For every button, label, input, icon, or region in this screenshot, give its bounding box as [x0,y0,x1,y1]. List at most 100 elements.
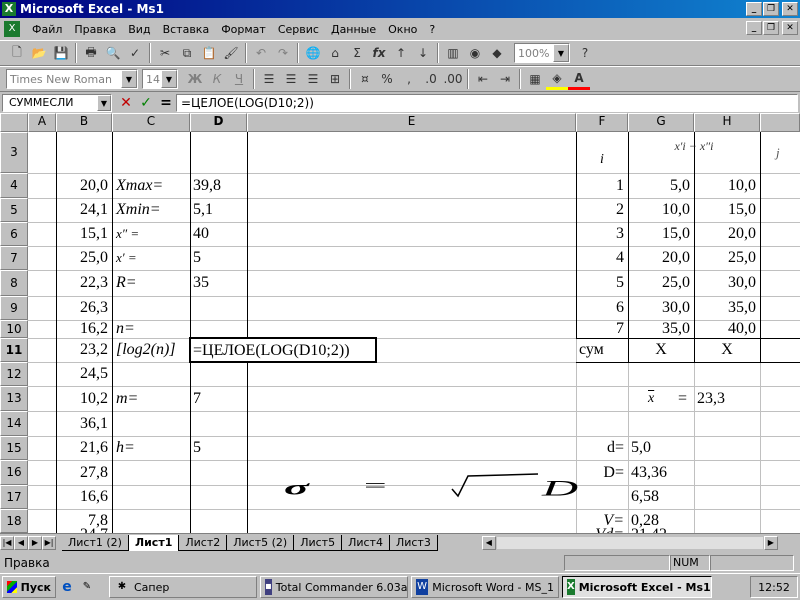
close-button[interactable]: ✕ [782,2,798,16]
row-header-9[interactable]: 9 [0,296,28,320]
cell-g13-mean-symbol[interactable]: x [648,386,654,411]
cell-g6[interactable]: 15,0 [628,222,690,246]
column-header-a[interactable]: A [28,113,56,132]
doc-minimize-button[interactable]: _ [746,21,762,35]
cell-f15[interactable]: d= [576,436,624,460]
row-header-6[interactable]: 6 [0,222,28,246]
cell-h7[interactable]: 25,0 [694,246,756,270]
worksheet-grid[interactable]: A B C D E F G H 3 4 5 6 7 8 9 10 11 12 1… [0,113,800,533]
next-sheet-icon[interactable]: ▶ [28,535,42,550]
menu-view[interactable]: Вид [122,23,156,36]
cell-g7[interactable]: 20,0 [628,246,690,270]
cell-f3[interactable]: i [576,132,628,173]
select-all-corner[interactable] [0,113,28,132]
decrease-decimal-icon[interactable]: .00 [442,68,464,90]
align-right-icon[interactable]: ☰ [302,68,324,90]
cell-c10[interactable]: n= [116,320,135,338]
font-select[interactable]: Times New Roman ▼ [6,69,138,89]
sheet-tab-2[interactable]: Лист1 [128,534,180,551]
row-header-3[interactable]: 3 [0,132,28,173]
save-icon[interactable]: 💾 [50,42,72,64]
increase-decimal-icon[interactable]: .0 [420,68,442,90]
cell-c13[interactable]: m= [116,386,138,411]
undo-icon[interactable]: ↶ [250,42,272,64]
row-header-11[interactable]: 11 [0,338,28,362]
format-painter-icon[interactable]: 🖌 [220,42,242,64]
spelling-icon[interactable]: ✓ [124,42,146,64]
italic-button[interactable]: К [206,68,228,90]
cell-d4[interactable]: 39,8 [193,173,221,198]
cell-b11[interactable]: 23,2 [56,338,108,362]
copy-icon[interactable]: ⧉ [176,42,198,64]
show-desktop-icon[interactable]: ✎ [79,579,95,595]
cell-d5[interactable]: 5,1 [193,198,213,222]
cell-b13[interactable]: 10,2 [56,386,108,411]
paste-icon[interactable]: 📋 [198,42,220,64]
open-icon[interactable]: 📂 [28,42,50,64]
column-header-i[interactable] [760,113,800,132]
maximize-button[interactable]: ❐ [763,2,779,16]
clock[interactable]: 12:52 [750,576,798,598]
cell-h10[interactable]: 40,0 [694,320,756,338]
row-header-4[interactable]: 4 [0,173,28,198]
cell-c4[interactable]: Xmax= [116,173,163,198]
cell-f4[interactable]: 1 [576,173,624,198]
workbook-icon[interactable]: X [4,21,20,37]
row-header-10[interactable]: 10 [0,320,28,338]
column-header-h[interactable]: H [694,113,760,132]
merge-center-icon[interactable]: ⊞ [324,68,346,90]
map-icon[interactable]: ◉ [464,42,486,64]
zoom-select[interactable]: 100% ▼ [514,43,570,63]
hyperlink-icon[interactable]: 🌐 [302,42,324,64]
cell-c15[interactable]: h= [116,436,135,460]
cell-f5[interactable]: 2 [576,198,624,222]
cell-d7[interactable]: 5 [193,246,201,270]
column-header-g[interactable]: G [628,113,694,132]
font-color-icon[interactable]: A [568,68,590,90]
cell-g15[interactable]: 5,0 [631,436,651,460]
cell-f8[interactable]: 5 [576,270,624,296]
cell-b19[interactable]: 24,7 [56,525,108,533]
cell-f11[interactable]: сум [579,338,604,362]
cell-f7[interactable]: 4 [576,246,624,270]
task-total-commander[interactable]: ▪ Total Commander 6.03a ... [260,576,408,598]
chart-wizard-icon[interactable]: ▥ [442,42,464,64]
percent-button[interactable]: % [376,68,398,90]
cell-d8[interactable]: 35 [193,270,209,296]
menu-tools[interactable]: Сервис [272,23,325,36]
cell-g16[interactable]: 43,36 [631,460,667,485]
cell-b9[interactable]: 26,3 [56,296,108,320]
cell-f9[interactable]: 6 [576,296,624,320]
column-header-b[interactable]: B [56,113,112,132]
row-header-15[interactable]: 15 [0,436,28,460]
column-header-e[interactable]: E [247,113,576,132]
sheet-tab-6[interactable]: Лист4 [342,534,390,551]
sort-ascending-icon[interactable]: ↑ [390,42,412,64]
task-word[interactable]: W Microsoft Word - MS_1 [411,576,559,598]
cell-b17[interactable]: 16,6 [56,485,108,509]
menu-insert[interactable]: Вставка [157,23,216,36]
increase-indent-icon[interactable]: ⇥ [494,68,516,90]
cell-c5[interactable]: Xmin= [116,198,161,222]
equation-object[interactable]: σ = D [280,471,610,501]
row-header-5[interactable]: 5 [0,198,28,222]
cell-d13[interactable]: 7 [193,386,201,411]
cell-b5[interactable]: 24,1 [56,198,108,222]
menu-file[interactable]: Файл [26,23,68,36]
row-header-17[interactable]: 17 [0,485,28,509]
cell-h8[interactable]: 30,0 [694,270,756,296]
horizontal-scrollbar[interactable] [495,535,764,550]
active-cell-editor[interactable]: =ЦЕЛОЕ(LOG(D10;2)) [189,337,377,363]
menu-data[interactable]: Данные [325,23,382,36]
borders-icon[interactable]: ▦ [524,68,546,90]
menu-window[interactable]: Окно [382,23,423,36]
name-box[interactable]: СУММЕСЛИ ▼ [2,94,112,112]
column-header-f[interactable]: F [576,113,628,132]
cell-g5[interactable]: 10,0 [628,198,690,222]
cell-b16[interactable]: 27,8 [56,460,108,485]
cell-g9[interactable]: 30,0 [628,296,690,320]
comma-style-icon[interactable]: , [398,68,420,90]
hscroll-left-icon[interactable]: ◀ [481,535,496,550]
doc-restore-button[interactable]: ❐ [763,21,779,35]
row-header-12[interactable]: 12 [0,362,28,386]
